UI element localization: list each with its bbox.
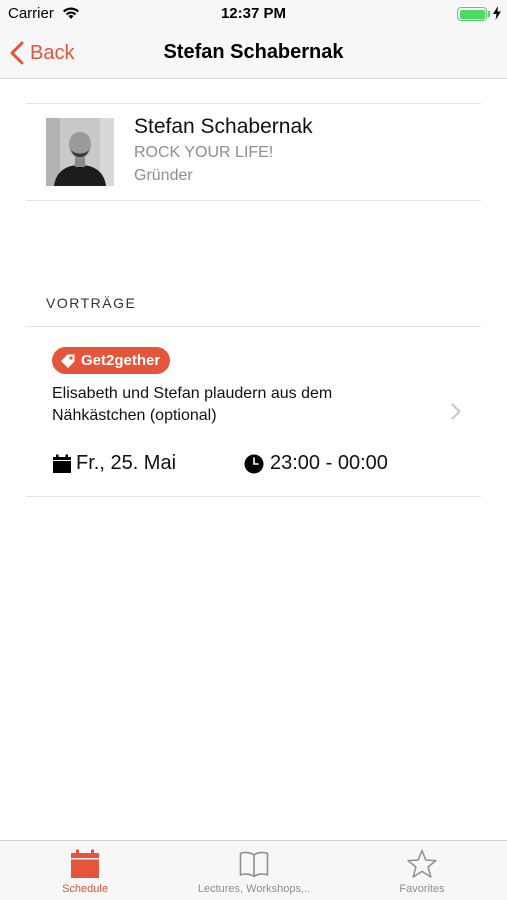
battery-tip	[488, 11, 490, 17]
battery-icon	[457, 7, 487, 21]
calendar-icon	[70, 849, 100, 879]
tab-favorites[interactable]: Favorites	[377, 841, 467, 900]
talk-time-label: 23:00 - 00:00	[270, 452, 388, 474]
calendar-icon	[53, 454, 71, 473]
speaker-organization: ROCK YOUR LIFE!	[134, 144, 274, 161]
divider	[26, 200, 481, 201]
category-tag: Get2gether	[52, 347, 171, 374]
section-header-talks: VORTRÄGE	[46, 295, 137, 311]
talk-date: Fr., 25. Mai	[52, 452, 176, 475]
talk-cell[interactable]: Get2gether Elisabeth und Stefan plaudern…	[26, 328, 481, 496]
tab-lectures-label: Lectures, Workshops,..	[197, 883, 311, 895]
tab-schedule-label: Schedule	[62, 883, 108, 895]
tab-schedule[interactable]: Schedule	[40, 841, 130, 900]
tab-lectures[interactable]: Lectures, Workshops,..	[174, 841, 334, 900]
tab-bar: Schedule Lectures, Workshops,.. Favorite…	[0, 840, 507, 900]
divider	[26, 496, 481, 497]
talk-date-label: Fr., 25. Mai	[76, 452, 177, 474]
category-tag-label: Get2gether	[81, 352, 161, 369]
speaker-photo	[46, 118, 114, 186]
speaker-avatar	[46, 118, 114, 186]
divider	[26, 326, 481, 327]
speaker-name: Stefan Schabernak	[134, 115, 313, 138]
clock-icon	[244, 454, 264, 473]
status-bar: Carrier 12:37 PM	[0, 0, 507, 28]
star-icon	[406, 849, 438, 879]
tab-favorites-label: Favorites	[399, 883, 445, 895]
tag-icon	[61, 354, 75, 368]
book-icon	[239, 849, 269, 879]
chevron-right-icon	[451, 403, 461, 420]
talk-time: 23:00 - 00:00	[244, 452, 388, 475]
page-title: Stefan Schabernak	[163, 41, 344, 63]
charging-bolt-icon	[493, 6, 501, 20]
navigation-bar: Back Stefan Schabernak	[0, 28, 507, 79]
talk-title: Elisabeth und Stefan plaudern aus dem Nä…	[52, 385, 333, 424]
status-time: 12:37 PM	[220, 5, 287, 22]
speaker-role: Gründer	[134, 167, 193, 184]
divider	[26, 103, 481, 104]
